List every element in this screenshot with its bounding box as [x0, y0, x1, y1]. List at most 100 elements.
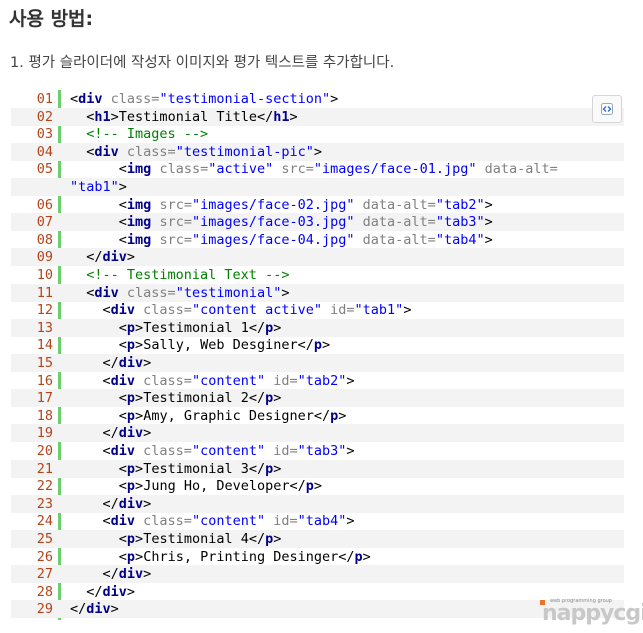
line-number: 21 [36, 460, 53, 477]
line-number: 22 [36, 478, 53, 495]
code-token: > [135, 390, 144, 407]
code-line: 13 <p>Testimonial 1</p> [11, 318, 624, 337]
code-token: id= [273, 443, 298, 459]
line-number: 05 [36, 161, 53, 178]
code-token: > [135, 478, 144, 495]
code-token: data-alt= [362, 196, 436, 213]
code-line: 05 <img class="active" src="images/face-… [11, 160, 624, 178]
code-line: 27 </div> [11, 565, 624, 584]
code-token: < [70, 407, 127, 424]
code-token: < [70, 548, 127, 565]
code-token: "content" [191, 443, 266, 459]
code-token: > [135, 460, 144, 477]
code-token: id= [273, 513, 298, 530]
code-token: < [70, 390, 127, 407]
code-line: 22 <p>Jung Ho, Developer</p> [11, 477, 624, 495]
code-text: </div> [70, 249, 135, 265]
line-number: 11 [36, 284, 53, 301]
code-token: class= [143, 302, 192, 319]
code-token: <!-- Testimonial Text --> [70, 267, 290, 283]
code-token: > [135, 337, 144, 354]
code-text: </div> [70, 495, 152, 512]
code-line: 12 <div class="content active" id="tab1"… [11, 301, 624, 319]
code-token: id= [273, 372, 298, 389]
code-token: > [143, 425, 152, 442]
code-token: p [126, 531, 136, 547]
code-text: <p>Sally, Web Desginer</p> [70, 337, 330, 353]
code-line: 16 <div class="content" id="tab2"> [11, 372, 624, 390]
code-token: p [126, 460, 136, 477]
line-number: 23 [36, 495, 53, 512]
line-number: 03 [36, 126, 53, 143]
code-line: 01 <div class="testimonial-section"> [11, 90, 624, 108]
code-token: div [110, 302, 136, 319]
section-heading: 사용 방법: [9, 8, 94, 30]
code-token: </ [70, 355, 119, 371]
code-token: </ [70, 495, 119, 512]
code-token: "tab3" [435, 214, 485, 231]
code-token: </ [70, 566, 119, 583]
code-token: < [70, 478, 127, 495]
code-token: "testimonial-pic" [175, 143, 314, 160]
code-text: </div> [70, 425, 152, 442]
code-token: > [273, 531, 282, 547]
code-token: img [126, 196, 152, 213]
code-token: < [70, 443, 111, 459]
line-number: 27 [36, 566, 53, 583]
code-text: <img src="images/face-03.jpg" data-alt="… [70, 214, 493, 230]
code-line: 09 </div> [11, 248, 624, 267]
code-token: < [70, 108, 95, 125]
code-token: div [110, 372, 136, 389]
code-token: </ [248, 319, 266, 336]
code-token: "content" [191, 372, 266, 389]
code-text: <p>Amy, Graphic Designer</p> [70, 407, 347, 424]
code-token: </ [248, 531, 266, 547]
code-line: 20 <div class="content" id="tab3"> [11, 442, 624, 460]
code-token: > [346, 513, 355, 530]
code-token: < [70, 196, 127, 213]
code-text: <div class="content" id="tab3"> [70, 443, 355, 459]
code-block: 01 <div class="testimonial-section"> 02 <h… [11, 90, 624, 620]
line-number: 13 [36, 319, 53, 336]
code-token: id= [330, 302, 355, 319]
code-token: </ [70, 249, 103, 266]
code-token: < [70, 337, 127, 354]
code-token: img [126, 214, 152, 231]
code-line: 25 <p>Testimonial 4</p> [11, 530, 624, 548]
line-number: 01 [36, 91, 53, 107]
code-token: > [135, 319, 144, 336]
line-number: 08 [36, 231, 53, 248]
code-token: "tab3" [297, 443, 347, 459]
view-source-icon [601, 103, 613, 115]
code-token: p [305, 478, 314, 495]
code-text: <img src="images/face-02.jpg" data-alt="… [70, 197, 493, 213]
view-source-button[interactable] [592, 95, 622, 123]
code-token: class= [143, 372, 192, 389]
code-token: div [118, 495, 144, 512]
code-token: > [110, 108, 119, 125]
code-token: > [322, 337, 331, 354]
code-token: "testimonial" [175, 284, 282, 301]
code-text: <p>Chris, Printing Desinger</p> [70, 549, 371, 565]
code-token: < [70, 214, 127, 231]
code-token: "images/face-03.jpg" [191, 214, 355, 231]
line-number: 17 [36, 390, 53, 407]
code-token: Testimonial Title [118, 108, 257, 125]
code-text: <p>Testimonial 4</p> [70, 531, 282, 547]
code-token: div [118, 425, 144, 442]
code-token: Testimonial 1 [143, 319, 249, 336]
code-token: data-alt= [362, 231, 436, 248]
code-token: src= [281, 161, 314, 178]
code-token: Amy, Graphic Designer [143, 407, 314, 424]
code-token: data-alt= [484, 161, 558, 178]
code-token: > [143, 355, 152, 371]
code-token: Jung Ho, Developer [143, 478, 290, 495]
code-line: 21 <p>Testimonial 3</p> [11, 459, 624, 478]
code-text: <h1>Testimonial Title</h1> [70, 108, 297, 125]
code-token: p [126, 319, 136, 336]
code-token: < [70, 284, 95, 301]
code-text: </div> [70, 355, 152, 371]
